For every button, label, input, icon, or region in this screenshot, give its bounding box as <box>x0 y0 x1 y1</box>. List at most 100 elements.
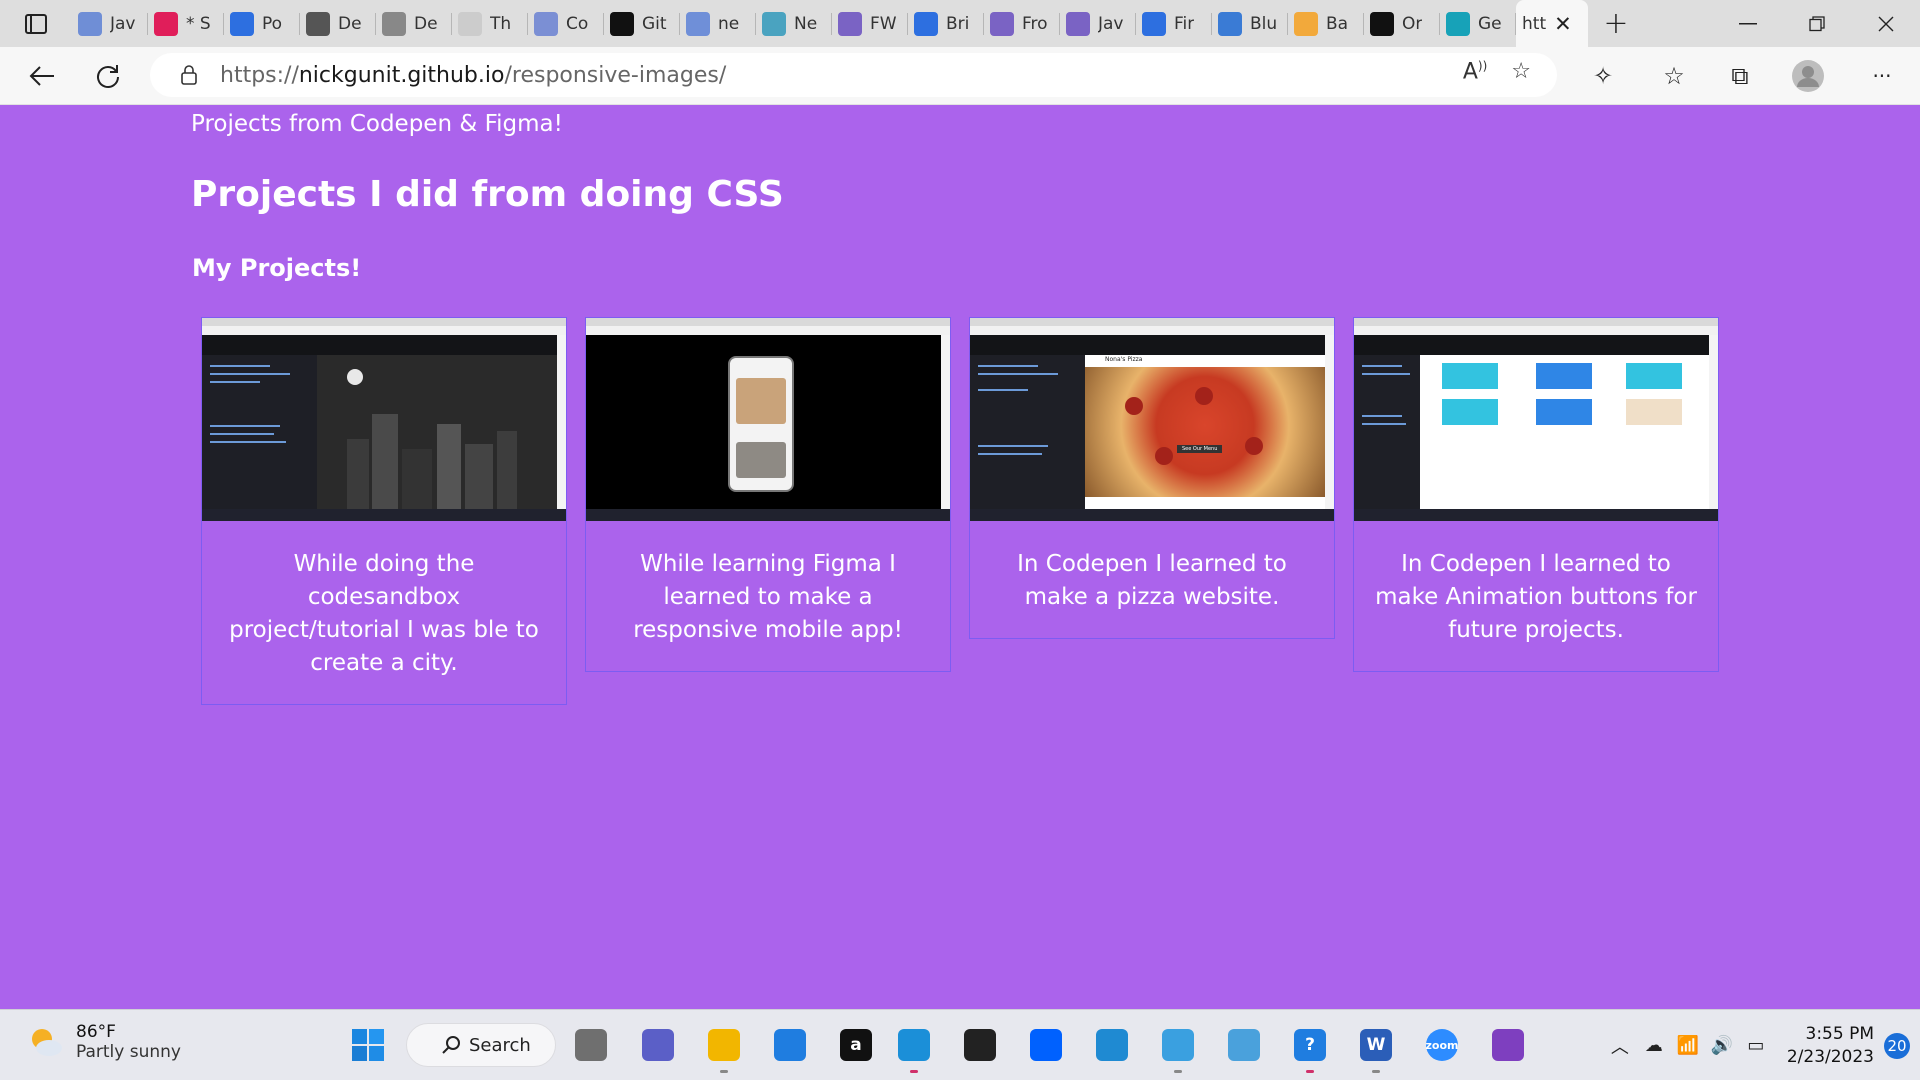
file-explorer-taskbar-button[interactable] <box>700 1021 748 1073</box>
tab-5[interactable]: Th <box>452 0 528 47</box>
tab-label: Co <box>566 13 589 34</box>
notepad-taskbar-button[interactable] <box>1154 1021 1202 1073</box>
task-view-taskbar-button[interactable] <box>567 1021 615 1069</box>
start-button[interactable] <box>344 1021 392 1069</box>
settings-menu-button[interactable]: ··· <box>1862 56 1902 96</box>
tab-8[interactable]: ne <box>680 0 756 47</box>
url-path: /responsive-images/ <box>504 62 727 88</box>
windows-icon <box>352 1029 384 1061</box>
tab-3[interactable]: De <box>300 0 376 47</box>
close-icon <box>1878 16 1893 31</box>
add-favorite-icon[interactable]: ☆ <box>1511 59 1531 84</box>
restore-button[interactable] <box>1782 0 1851 47</box>
tab-4[interactable]: De <box>376 0 452 47</box>
codepen-icon <box>1370 11 1394 36</box>
photos-taskbar-button[interactable] <box>1220 1021 1268 1069</box>
restore-icon <box>1808 15 1825 31</box>
back-button[interactable] <box>22 56 62 96</box>
new-tab-button[interactable]: + <box>1588 0 1644 47</box>
edge-icon <box>898 1029 930 1061</box>
tab-16[interactable]: Ba <box>1288 0 1364 47</box>
weather-widget[interactable]: 86°F Partly sunny <box>28 1022 181 1062</box>
animation-screenshot[interactable] <box>1354 318 1718 521</box>
onedrive-icon[interactable]: ☁ <box>1637 1035 1671 1056</box>
pizza-screenshot[interactable]: Nona's Pizza See Our Menu <box>970 318 1334 521</box>
github-desktop-taskbar-button[interactable] <box>1484 1021 1532 1069</box>
tab-14[interactable]: Fir <box>1136 0 1212 47</box>
extensions-button[interactable]: ✧ <box>1583 56 1623 96</box>
task-view-icon <box>575 1029 607 1061</box>
zoom-taskbar-button[interactable]: zoom <box>1418 1021 1466 1069</box>
tab-9[interactable]: Ne <box>756 0 832 47</box>
partly-sunny-icon <box>28 1024 64 1060</box>
wifi-icon[interactable]: 📶 <box>1671 1035 1705 1056</box>
edge-taskbar-button[interactable] <box>890 1021 938 1073</box>
tab-active[interactable]: htt ✕ <box>1516 0 1588 47</box>
close-window-button[interactable] <box>1851 0 1920 47</box>
page-icon <box>382 11 406 36</box>
pizza-site-title: Nona's Pizza <box>1105 356 1143 363</box>
sub-heading: Projects from Codepen & Figma! <box>191 111 563 137</box>
page-content: Projects from Codepen & Figma! Projects … <box>0 105 1920 1009</box>
tab-close-icon[interactable]: ✕ <box>1554 12 1572 36</box>
amazon-icon: a <box>840 1029 872 1061</box>
read-aloud-icon[interactable]: A)) <box>1463 59 1487 84</box>
blank-icon <box>458 11 482 36</box>
window-controls <box>1713 0 1920 47</box>
tab-15[interactable]: Blu <box>1212 0 1288 47</box>
teams-chat-taskbar-button[interactable] <box>634 1021 682 1069</box>
profile-button[interactable] <box>1788 56 1828 96</box>
tab-actions-icon <box>25 13 47 34</box>
clock[interactable]: 3:55 PM 2/23/2023 <box>1787 1023 1874 1069</box>
tab-label: De <box>414 13 438 34</box>
address-bar[interactable]: https://nickgunit.github.io/responsive-i… <box>150 53 1557 97</box>
search-label: Search <box>469 1034 531 1056</box>
tab-11[interactable]: Bri <box>908 0 984 47</box>
tab-2[interactable]: Po <box>224 0 300 47</box>
mail-taskbar-button[interactable] <box>766 1021 814 1069</box>
tab-1[interactable]: * S <box>148 0 224 47</box>
tab-12[interactable]: Fro <box>984 0 1060 47</box>
page-title: Projects I did from doing CSS <box>191 174 784 215</box>
clock-time: 3:55 PM <box>1805 1023 1875 1044</box>
tab-10[interactable]: FW <box>832 0 908 47</box>
notification-badge[interactable]: 20 <box>1884 1032 1910 1059</box>
url-host: nickgunit.github.io <box>298 62 505 88</box>
volume-icon[interactable]: 🔊 <box>1705 1035 1739 1056</box>
search-icon <box>442 1036 460 1054</box>
taskbar-search[interactable]: Search <box>406 1023 556 1067</box>
project-card-animation: In Codepen I learned to make Animation b… <box>1353 317 1719 672</box>
figma-screenshot[interactable] <box>586 318 950 521</box>
clock-date: 2/23/2023 <box>1786 1046 1874 1067</box>
collections-button[interactable]: ⧉ <box>1720 56 1760 96</box>
dropbox-taskbar-button[interactable] <box>1022 1021 1070 1069</box>
vscode-taskbar-button[interactable] <box>1088 1021 1136 1069</box>
tab-0[interactable]: Jav <box>72 0 148 47</box>
tab-7[interactable]: Git <box>604 0 680 47</box>
slack-icon <box>154 11 178 36</box>
lock-icon[interactable] <box>174 65 204 85</box>
tab-6[interactable]: Co <box>528 0 604 47</box>
page-icon <box>306 11 330 36</box>
chatgpt-taskbar-button[interactable] <box>956 1021 1004 1069</box>
tab-label: Or <box>1402 13 1423 34</box>
amazon-taskbar-button[interactable]: a <box>832 1021 880 1069</box>
help-taskbar-button[interactable]: ? <box>1286 1021 1334 1073</box>
tab-18[interactable]: Ge <box>1440 0 1516 47</box>
battery-icon[interactable]: ▭ <box>1739 1035 1773 1056</box>
list-icon <box>1066 11 1090 36</box>
pizza-menu-button: See Our Menu <box>1177 445 1223 453</box>
minimize-icon <box>1738 22 1757 24</box>
city-screenshot[interactable] <box>202 318 566 521</box>
tab-actions-button[interactable] <box>0 0 72 47</box>
favorites-button[interactable]: ☆ <box>1654 56 1694 96</box>
chevron-up-icon[interactable]: ︿ <box>1603 1033 1637 1059</box>
tab-13[interactable]: Jav <box>1060 0 1136 47</box>
word-taskbar-button[interactable]: W <box>1352 1021 1400 1073</box>
running-indicator <box>720 1070 728 1073</box>
minimize-button[interactable] <box>1713 0 1782 47</box>
tab-17[interactable]: Or <box>1364 0 1440 47</box>
vscode-icon <box>1096 1029 1128 1061</box>
refresh-button[interactable] <box>88 56 128 96</box>
tab-label: Ge <box>1478 13 1502 34</box>
